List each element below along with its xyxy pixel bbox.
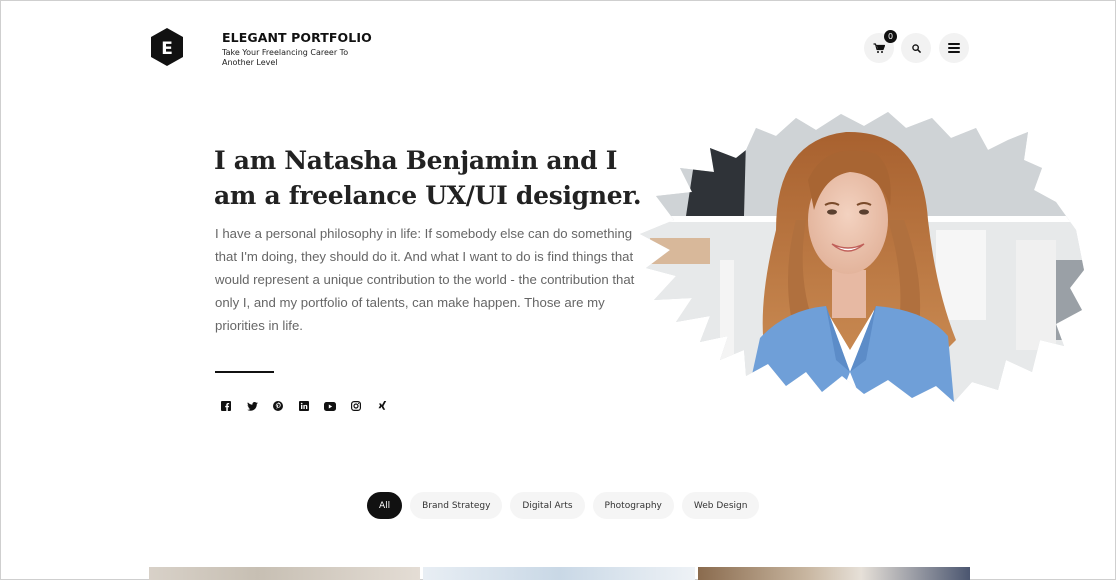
hero-title: I am Natasha Benjamin and I am a freelan… xyxy=(214,146,642,210)
hero-divider xyxy=(215,371,274,373)
filter-digital-arts[interactable]: Digital Arts xyxy=(510,492,585,519)
filter-web-design[interactable]: Web Design xyxy=(681,492,760,519)
cart-count-badge: 0 xyxy=(884,30,897,43)
hero-description: I have a personal philosophy in life: If… xyxy=(215,226,635,333)
search-button[interactable] xyxy=(901,33,931,63)
twitter-icon[interactable] xyxy=(246,400,258,412)
portfolio-item-thumbnail[interactable] xyxy=(423,567,695,580)
brand-title[interactable]: ELEGANT PORTFOLIO xyxy=(222,30,372,45)
search-icon xyxy=(911,43,921,53)
site-logo[interactable]: E xyxy=(149,27,185,67)
hero-portrait-image xyxy=(636,110,1088,402)
brand-block: ELEGANT PORTFOLIO Take Your Freelancing … xyxy=(222,30,372,68)
pinterest-icon[interactable] xyxy=(272,400,284,412)
social-links xyxy=(220,400,388,412)
filter-all[interactable]: All xyxy=(367,492,403,519)
menu-button[interactable] xyxy=(939,33,969,63)
hamburger-menu-icon xyxy=(948,43,960,53)
linkedin-icon[interactable] xyxy=(298,400,310,412)
brand-tagline: Take Your Freelancing Career To Another … xyxy=(222,48,349,67)
filter-photography[interactable]: Photography xyxy=(592,492,674,519)
cart-icon xyxy=(873,42,885,53)
logo-letter: E xyxy=(161,39,173,59)
xing-icon[interactable] xyxy=(376,400,388,412)
logo-hexagon-icon: E xyxy=(151,28,183,66)
filter-brand-strategy[interactable]: Brand Strategy xyxy=(410,492,503,519)
instagram-icon[interactable] xyxy=(350,400,362,412)
cart-button[interactable]: 0 xyxy=(864,30,897,63)
youtube-icon[interactable] xyxy=(324,400,336,412)
portfolio-filters: All Brand Strategy Digital Arts Photogra… xyxy=(367,492,760,519)
facebook-icon[interactable] xyxy=(220,400,232,412)
portfolio-item-thumbnail[interactable] xyxy=(149,567,420,580)
portfolio-item-thumbnail[interactable] xyxy=(698,567,970,580)
